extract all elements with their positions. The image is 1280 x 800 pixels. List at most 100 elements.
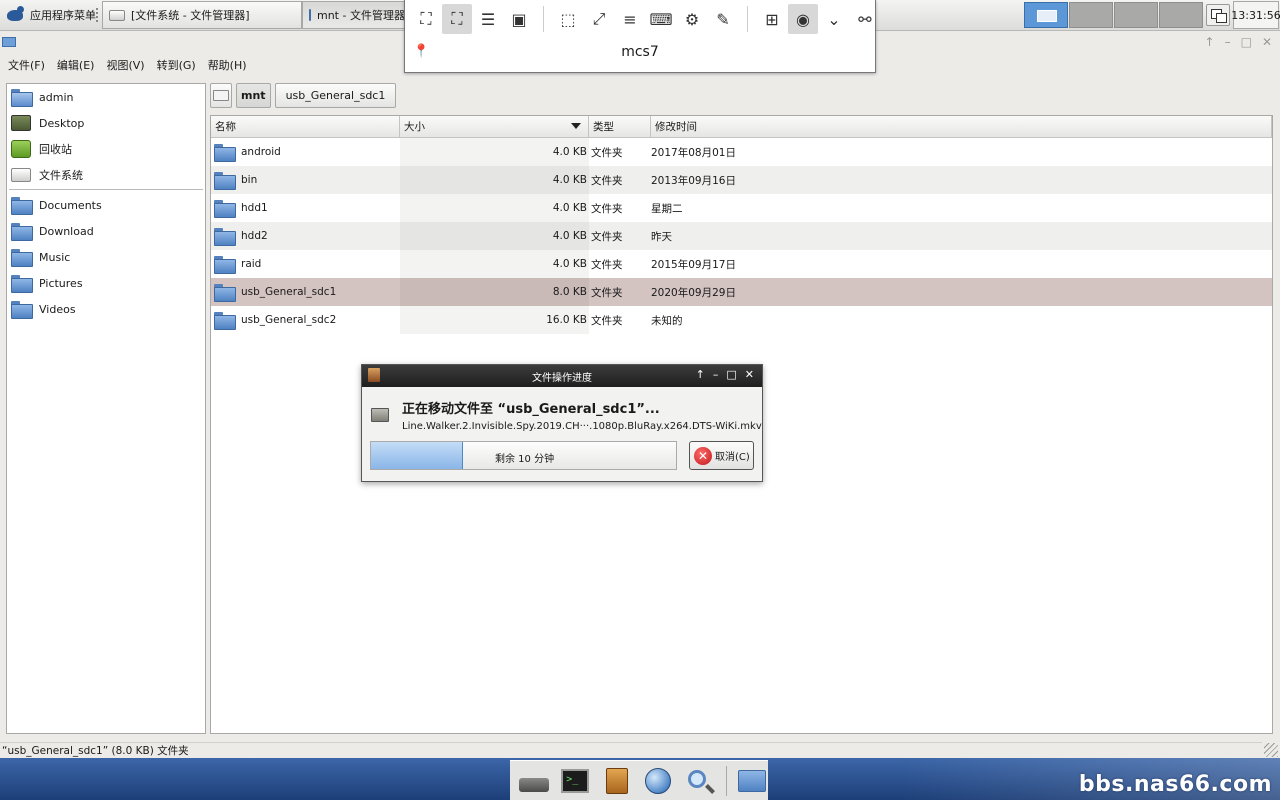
file-modified: 2017年08月01日: [651, 146, 736, 159]
workspace-3[interactable]: [1114, 2, 1158, 28]
watermark: bbs.nas66.com: [1078, 772, 1272, 797]
file-name-cell: bin: [211, 172, 400, 190]
preferences-icon[interactable]: ⚙: [677, 4, 707, 34]
workspace-1[interactable]: [1024, 2, 1068, 28]
file-rows: android 4.0 KB 文件夹 2017年08月01日 bin 4.0 KB 文件夹 2…: [211, 138, 1272, 334]
menu-help[interactable]: 帮助(H): [208, 57, 247, 73]
sidebar-item-desktop[interactable]: Desktop: [7, 110, 205, 136]
sidebar-item-download[interactable]: Download: [7, 218, 205, 244]
file-row[interactable]: hdd2 4.0 KB 文件夹 昨天: [211, 222, 1272, 250]
minimize-icon[interactable]: –: [713, 368, 719, 381]
tools-icon[interactable]: ✎: [708, 4, 738, 34]
web-browser-icon[interactable]: [643, 766, 675, 796]
file-row[interactable]: bin 4.0 KB 文件夹 2013年09月16日: [211, 166, 1272, 194]
task-button-filesystem[interactable]: [文件系统 - 文件管理器]: [102, 1, 302, 29]
duplicate-icon[interactable]: ⊞: [757, 4, 787, 34]
search-icon[interactable]: [684, 766, 716, 796]
grab-keyboard-icon[interactable]: ⤢: [584, 4, 614, 34]
file-size: 16.0 KB: [400, 306, 589, 334]
workspace-switcher: [1024, 2, 1203, 28]
show-desktop-button[interactable]: [1206, 4, 1230, 26]
workspace-4[interactable]: [1159, 2, 1203, 28]
column-header-name[interactable]: 名称: [211, 116, 400, 137]
dialog-window-controls: ↑ – □ ✕: [696, 368, 754, 381]
cancel-button[interactable]: ✕ 取消(C): [689, 441, 754, 470]
view-only-icon[interactable]: ⬚: [553, 4, 583, 34]
sidebar-item-videos[interactable]: Videos: [7, 296, 205, 322]
column-header-modified[interactable]: 修改时间: [651, 116, 1272, 137]
path-button-mnt[interactable]: mnt: [236, 83, 271, 108]
clock[interactable]: 13:31:56: [1231, 1, 1280, 29]
sidebar-item-music[interactable]: Music: [7, 244, 205, 270]
resize-grip[interactable]: [1264, 743, 1278, 757]
sidebar-item-trash[interactable]: 回收站: [7, 136, 205, 162]
folder-icon: [214, 312, 236, 330]
file-modified: 昨天: [651, 230, 672, 243]
desktop-icon: [11, 115, 31, 131]
file-row[interactable]: usb_General_sdc1 8.0 KB 文件夹 2020年09月29日: [211, 278, 1272, 306]
status-bar: “usb_General_sdc1” (8.0 KB) 文件夹: [0, 742, 1262, 758]
folder-icon: [214, 144, 236, 162]
file-type: 文件夹: [591, 258, 623, 271]
file-modified: 2013年09月16日: [651, 174, 736, 187]
column-header-type[interactable]: 类型: [589, 116, 651, 137]
path-button-usb-general-sdc1[interactable]: usb_General_sdc1: [274, 83, 397, 108]
applications-menu-button[interactable]: 应用程序菜单: [4, 4, 96, 26]
menu-icon[interactable]: ☰: [473, 4, 503, 34]
column-header-size-label: 大小: [404, 121, 425, 133]
file-cabinet-icon[interactable]: [601, 766, 633, 796]
file-type: 文件夹: [591, 230, 623, 243]
file-name: bin: [241, 174, 258, 186]
remote-host-title: mcs7: [621, 44, 659, 60]
drive-icon: [109, 9, 125, 21]
dock-separator: [725, 765, 727, 796]
file-row[interactable]: hdd1 4.0 KB 文件夹 星期二: [211, 194, 1272, 222]
task-button-mnt[interactable]: mnt - 文件管理器: [302, 1, 406, 29]
menu-file[interactable]: 文件(F): [8, 57, 45, 73]
sidebar-item-documents[interactable]: Documents: [7, 192, 205, 218]
toolbar-menu-icon[interactable]: ≡: [615, 4, 645, 34]
cancel-label: 取消(C): [715, 452, 750, 463]
sidebar-item-label: Pictures: [39, 276, 83, 290]
file-row[interactable]: usb_General_sdc2 16.0 KB 文件夹 未知的: [211, 306, 1272, 334]
path-root-button[interactable]: [210, 83, 232, 108]
file-row[interactable]: raid 4.0 KB 文件夹 2015年09月17日: [211, 250, 1272, 278]
menu-view[interactable]: 视图(V): [106, 57, 144, 73]
disconnect-icon[interactable]: ⚯: [850, 4, 880, 34]
fullscreen-icon[interactable]: ⛶: [442, 4, 472, 34]
scale-icon[interactable]: ▣: [504, 4, 534, 34]
app-icon: [368, 368, 380, 382]
menu-edit[interactable]: 编辑(E): [57, 57, 95, 73]
sidebar-item-label: admin: [39, 90, 74, 104]
sidebar-item-filesystem[interactable]: 文件系统: [7, 162, 205, 188]
folder-icon: [214, 256, 236, 274]
workspace-2[interactable]: [1069, 2, 1113, 28]
close-icon[interactable]: ✕: [1262, 35, 1272, 49]
terminal-icon[interactable]: >_: [560, 766, 592, 796]
drive-icon[interactable]: [518, 766, 550, 796]
close-icon[interactable]: ✕: [745, 368, 754, 381]
folder-icon[interactable]: [736, 766, 768, 796]
dialog-titlebar[interactable]: 文件操作进度 ↑ – □ ✕: [362, 365, 762, 387]
toolbar-separator: [747, 6, 748, 32]
fit-window-icon[interactable]: ⛶: [411, 4, 441, 34]
sidebar-item-admin[interactable]: admin: [7, 84, 205, 110]
maximize-icon[interactable]: □: [726, 368, 736, 381]
sidebar-item-pictures[interactable]: Pictures: [7, 270, 205, 296]
menu-go[interactable]: 转到(G): [157, 57, 196, 73]
keyboard-icon[interactable]: ⌨: [646, 4, 676, 34]
toolbar-separator: [543, 6, 544, 32]
file-row[interactable]: android 4.0 KB 文件夹 2017年08月01日: [211, 138, 1272, 166]
minimize-icon[interactable]: –: [1225, 35, 1231, 49]
keep-above-icon[interactable]: ↑: [696, 368, 705, 381]
keep-above-icon[interactable]: ↑: [1205, 35, 1215, 49]
operation-heading: 正在移动文件至 “usb_General_sdc1”...: [402, 402, 660, 417]
maximize-icon[interactable]: □: [1241, 35, 1252, 49]
chevron-down-icon[interactable]: ⌄: [819, 4, 849, 34]
screenshot-icon[interactable]: ◉: [788, 4, 818, 34]
file-size: 4.0 KB: [400, 222, 589, 250]
progress-text: 剩余 10 分钟: [495, 454, 555, 465]
progress-bar: 剩余 10 分钟: [370, 441, 677, 470]
column-header-size[interactable]: 大小: [400, 116, 589, 137]
file-name: hdd1: [241, 202, 268, 214]
